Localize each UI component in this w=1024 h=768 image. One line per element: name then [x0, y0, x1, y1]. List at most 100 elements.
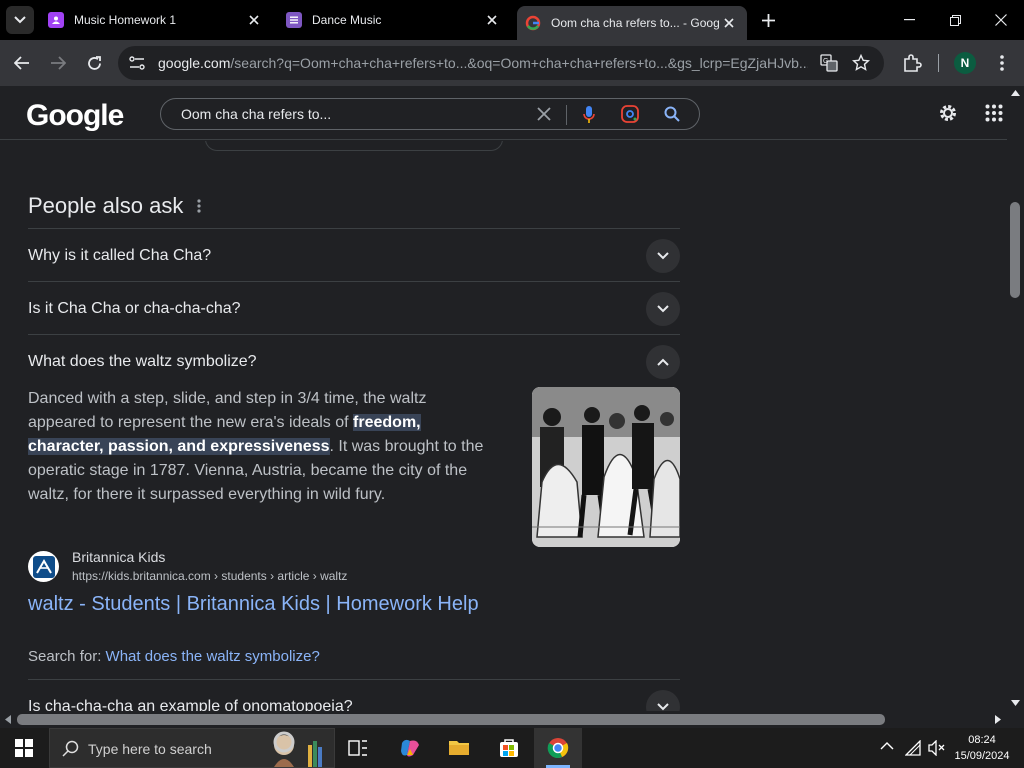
minimize-button[interactable] [886, 0, 932, 40]
search-icon[interactable] [664, 106, 680, 122]
address-bar[interactable]: google.com/search?q=Oom+cha+cha+refers+t… [118, 46, 884, 80]
search-input[interactable]: Oom cha cha refers to... [181, 106, 331, 122]
paa-heading: People also ask [28, 193, 184, 218]
result-link-title[interactable]: waltz - Students | Britannica Kids | Hom… [28, 593, 479, 616]
search-for-link[interactable]: What does the waltz symbolize? [106, 648, 320, 665]
browser-menu-icon[interactable] [994, 53, 1010, 73]
expand-chevron[interactable] [646, 690, 680, 711]
paa-answer: Danced with a step, slide, and step in 3… [28, 387, 498, 507]
tab-title: Dance Music [312, 13, 382, 27]
expand-chevron[interactable] [646, 292, 680, 326]
paa-question-text: Is it Cha Cha or cha-cha-cha? [28, 300, 241, 317]
volume-muted-icon[interactable] [928, 740, 946, 756]
paa-question-text: Why is it called Cha Cha? [28, 247, 212, 264]
scroll-left-icon[interactable] [5, 715, 11, 724]
toolbar-divider [938, 54, 939, 72]
search-icon [62, 740, 79, 757]
network-icon[interactable] [905, 740, 923, 756]
horizontal-scrollbar[interactable] [0, 711, 1024, 728]
tab-strip: Music Homework 1 Dance Music Oom cha cha… [0, 0, 1024, 40]
search-box[interactable]: Oom cha cha refers to... [160, 98, 700, 130]
profile-avatar[interactable]: N [954, 52, 976, 74]
tab-google-search[interactable]: Oom cha cha refers to... - Goog [517, 6, 747, 40]
tab-dance-music[interactable]: Dance Music [280, 0, 510, 40]
site-info-icon[interactable] [128, 55, 146, 71]
clear-search-icon[interactable] [537, 107, 551, 121]
close-tab-icon[interactable] [246, 12, 262, 28]
scroll-up-icon[interactable] [1011, 90, 1020, 96]
google-apps-icon[interactable] [985, 104, 1003, 122]
windows-taskbar: Type here to search 08:24 15/09/2024 [0, 728, 1024, 768]
reload-icon [87, 55, 101, 70]
chevron-down-icon [14, 16, 26, 24]
settings-gear-icon[interactable] [937, 102, 959, 124]
more-options-icon[interactable] [195, 198, 203, 214]
expand-chevron[interactable] [646, 239, 680, 273]
source-url[interactable]: https://kids.britannica.com › students ›… [72, 569, 347, 583]
taskbar-search-box[interactable]: Type here to search [49, 728, 335, 768]
microsoft-store-icon[interactable] [498, 737, 520, 759]
google-icon [525, 15, 541, 31]
task-view-icon[interactable] [348, 738, 368, 758]
britannica-favicon-icon[interactable] [28, 551, 59, 582]
bookmark-star-icon[interactable] [852, 54, 870, 72]
search-for-label: Search for: [28, 648, 102, 665]
close-window-button[interactable] [978, 0, 1024, 40]
copilot-icon[interactable] [399, 737, 421, 759]
search-highlight-illustration-icon [273, 731, 322, 767]
chrome-taskbar-button[interactable] [534, 728, 582, 768]
close-tab-icon[interactable] [721, 15, 737, 31]
waltz-illustration-image[interactable] [532, 387, 680, 547]
scroll-right-icon[interactable] [995, 715, 1001, 724]
forward-button[interactable] [46, 51, 70, 75]
start-button[interactable] [0, 728, 48, 768]
svg-text:G: G [823, 58, 828, 65]
paa-question[interactable]: Why is it called Cha Cha? [28, 228, 680, 281]
url-path: /search?q=Oom+cha+cha+refers+to...&oq=Oo… [230, 55, 808, 71]
chevron-down-icon [657, 252, 669, 260]
tab-title: Oom cha cha refers to... - Goog [551, 16, 720, 30]
new-tab-button[interactable] [758, 10, 778, 30]
voice-search-icon[interactable] [583, 105, 595, 125]
search-results: People also ask Why is it called Cha Cha… [0, 141, 1007, 711]
taskbar-clock[interactable]: 08:24 15/09/2024 [950, 732, 1014, 764]
scroll-down-icon[interactable] [1011, 700, 1020, 706]
collapse-chevron[interactable] [646, 345, 680, 379]
extensions-icon[interactable] [902, 53, 922, 73]
url-host: google.com [158, 55, 231, 71]
clock-date: 15/09/2024 [954, 750, 1010, 762]
chevron-down-icon [657, 703, 669, 711]
paa-question-text: What does the waltz symbolize? [28, 353, 257, 370]
paa-question[interactable]: Is cha-cha-cha an example of onomatopoei… [28, 679, 680, 711]
back-arrow-icon [14, 56, 29, 70]
taskbar-search-placeholder: Type here to search [88, 741, 212, 757]
chevron-down-icon [657, 305, 669, 313]
tab-search-button[interactable] [6, 6, 34, 34]
tab-music-homework[interactable]: Music Homework 1 [42, 0, 272, 40]
vertical-scroll-thumb[interactable] [1010, 202, 1020, 298]
back-button[interactable] [10, 51, 34, 75]
show-hidden-icons-icon[interactable] [880, 741, 894, 751]
horizontal-scroll-thumb[interactable] [17, 714, 885, 725]
close-icon [995, 14, 1007, 26]
translate-icon[interactable]: G [820, 54, 838, 72]
restore-button[interactable] [932, 0, 978, 40]
url-text[interactable]: google.com/search?q=Oom+cha+cha+refers+t… [158, 55, 808, 71]
reload-button[interactable] [82, 51, 106, 75]
minimize-icon [903, 19, 915, 21]
restore-icon [949, 14, 961, 26]
chevron-up-icon [657, 358, 669, 366]
close-tab-icon[interactable] [484, 12, 500, 28]
google-header: Google Oom cha cha refers to... [0, 86, 1007, 140]
file-explorer-icon[interactable] [448, 737, 470, 757]
tab-title: Music Homework 1 [74, 13, 177, 27]
forward-arrow-icon [51, 56, 66, 70]
source-site-name[interactable]: Britannica Kids [72, 549, 165, 565]
vertical-scrollbar[interactable] [1007, 86, 1024, 711]
google-logo[interactable]: Google [26, 99, 124, 133]
paa-question-expanded[interactable]: What does the waltz symbolize? [28, 334, 680, 387]
lens-search-icon[interactable] [621, 105, 639, 123]
paa-question[interactable]: Is it Cha Cha or cha-cha-cha? [28, 281, 680, 334]
windows-logo-icon [15, 739, 33, 757]
search-for-line: Search for: What does the waltz symboliz… [28, 648, 320, 665]
